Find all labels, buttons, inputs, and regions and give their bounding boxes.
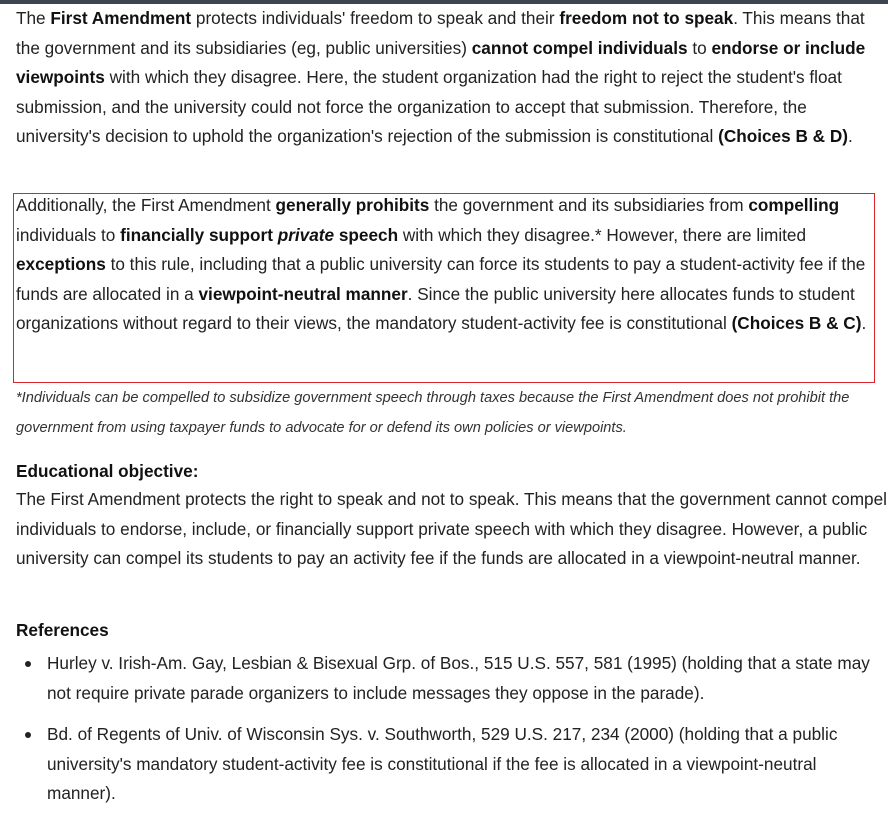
- bullet-icon: [25, 661, 31, 667]
- text: financially support: [120, 224, 278, 245]
- educational-objective-body: The First Amendment protects the right t…: [16, 489, 887, 568]
- text: Additionally, the First Amendment: [16, 195, 276, 215]
- text: .: [847, 126, 853, 146]
- references-heading: References: [16, 620, 109, 640]
- explanation-content: The First Amendment protects individuals…: [13, 4, 887, 803]
- explanation-paragraph-1: The First Amendment protects individuals…: [16, 4, 886, 152]
- text: protects individuals' freedom to speak a…: [191, 8, 560, 28]
- bold-text: First Amendment: [50, 8, 192, 28]
- bullet-icon: [25, 732, 31, 738]
- text: to: [687, 37, 712, 58]
- text: the government and its subsidiaries from: [429, 195, 749, 215]
- text: The: [16, 8, 51, 28]
- text: speech: [334, 224, 399, 245]
- text: .: [861, 313, 867, 333]
- bold-text: financially support private speech: [120, 225, 398, 245]
- bold-text: compelling: [748, 195, 840, 215]
- bold-text: exceptions: [16, 254, 106, 274]
- references-list: Hurley v. Irish-Am. Gay, Lesbian & Bisex…: [16, 649, 888, 821]
- footnote: *Individuals can be compelled to subsidi…: [16, 390, 850, 436]
- reference-item: Hurley v. Irish-Am. Gay, Lesbian & Bisex…: [16, 649, 888, 708]
- bold-text: generally prohibits: [275, 195, 430, 215]
- bold-text: cannot compel individuals: [471, 37, 688, 58]
- bold-text: (Choices B & C): [731, 313, 862, 333]
- bold-text: viewpoint-neutral manner: [198, 283, 408, 304]
- educational-objective-heading: Educational objective:: [16, 461, 199, 481]
- bold-text: (Choices B & D): [718, 126, 848, 146]
- reference-text: Hurley v. Irish-Am. Gay, Lesbian & Bisex…: [47, 653, 870, 703]
- text: with which they disagree.* However, ther…: [398, 224, 807, 245]
- bold-text: freedom not to speak: [559, 8, 734, 28]
- reference-item: Bd. of Regents of Univ. of Wisconsin Sys…: [16, 720, 888, 809]
- italic-text: private: [277, 224, 335, 245]
- text: individuals to: [16, 224, 121, 245]
- explanation-paragraph-2: Additionally, the First Amendment genera…: [16, 191, 878, 339]
- reference-text: Bd. of Regents of Univ. of Wisconsin Sys…: [47, 724, 838, 803]
